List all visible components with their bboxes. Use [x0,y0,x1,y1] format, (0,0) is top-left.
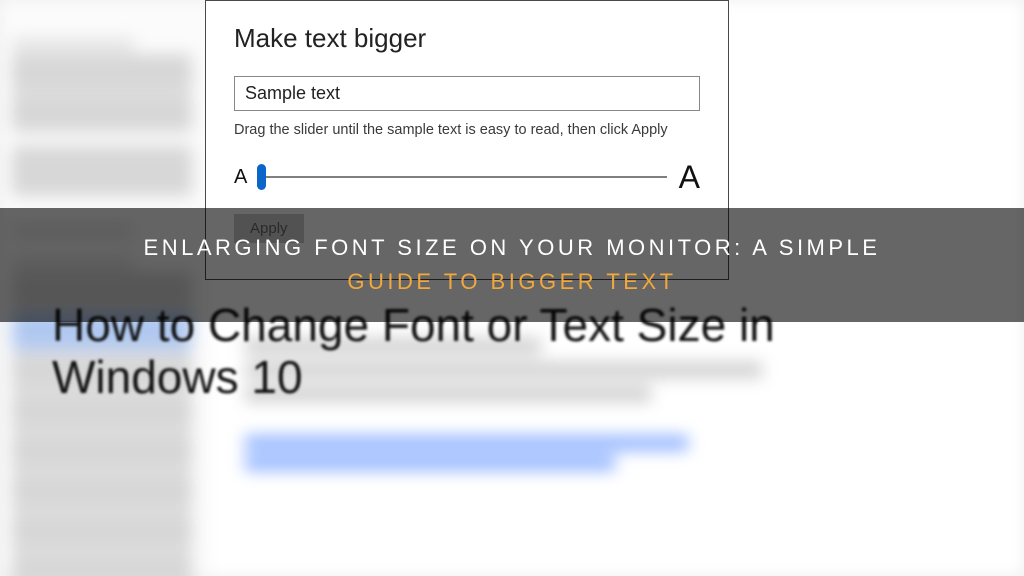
overlay-banner: ENLARGING FONT SIZE ON YOUR MONITOR: A S… [0,208,1024,322]
slider-hint: Drag the slider until the sample text is… [234,121,700,141]
letter-small-icon: A [234,166,247,189]
banner-line2: GUIDE TO BIGGER TEXT [347,269,676,294]
card-title: Make text bigger [234,23,700,54]
slider-row: A A [234,159,700,196]
letter-big-icon: A [679,159,700,196]
banner-line1: ENLARGING FONT SIZE ON YOUR MONITOR: A S… [144,235,881,260]
slider-thumb[interactable] [257,164,266,190]
text-size-slider[interactable] [259,165,666,189]
slider-track [259,176,666,178]
banner-text: ENLARGING FONT SIZE ON YOUR MONITOR: A S… [144,231,881,299]
sample-text-box [234,76,700,111]
